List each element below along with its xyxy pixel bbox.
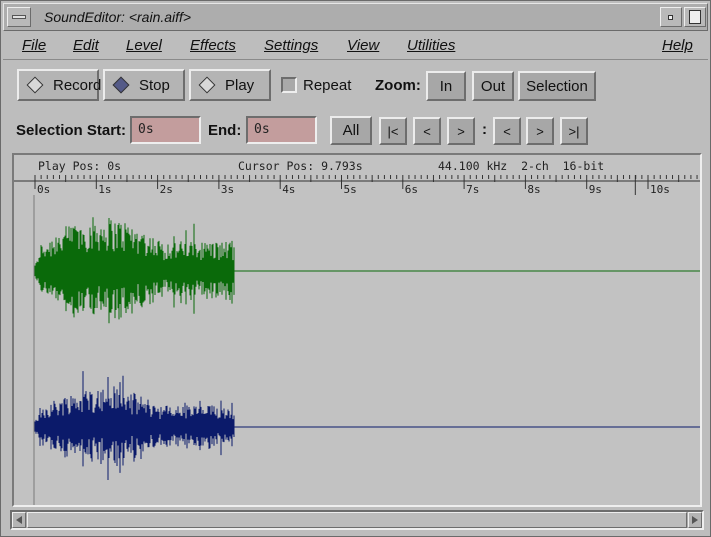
zoom-selection-button[interactable]: Selection <box>518 71 596 101</box>
menu-edit[interactable]: Edit <box>73 37 99 54</box>
play-radio-icon <box>198 76 216 94</box>
window-menu-button[interactable] <box>7 7 31 27</box>
menu-bar: File Edit Level Effects Settings View Ut… <box>3 32 708 60</box>
repeat-label: Repeat <box>303 77 352 94</box>
ruler-tick-label: 6s <box>405 183 418 196</box>
step-back-label: < <box>423 123 431 139</box>
maximize-button[interactable] <box>684 7 706 27</box>
ruler-tick-label: 5s <box>344 183 357 196</box>
selection-end-field[interactable]: 0s <box>246 116 317 144</box>
window-menu-icon <box>12 15 26 19</box>
scroll-left-arrow-icon[interactable] <box>12 512 26 528</box>
go-to-start-button[interactable]: |< <box>379 117 407 145</box>
stop-button[interactable]: Stop <box>103 69 185 101</box>
zoom-out-label: Out <box>480 77 506 95</box>
sound-editor-window: SoundEditor: <rain.aiff> File Edit Level… <box>0 0 711 537</box>
window-title: SoundEditor: <rain.aiff> <box>44 9 192 25</box>
maximize-icon <box>689 10 701 24</box>
ruler-tick-label: 1s <box>98 183 111 196</box>
select-all-label: All <box>342 122 360 139</box>
waveform-envelope <box>34 371 235 480</box>
stop-radio-icon <box>112 76 130 94</box>
selection-forward-button[interactable]: > <box>526 117 554 145</box>
step-back-button[interactable]: < <box>413 117 441 145</box>
stop-label: Stop <box>139 76 170 94</box>
ruler-tick-label: 2s <box>160 183 173 196</box>
menu-level-label: Level <box>126 37 162 54</box>
zoom-in-button[interactable]: In <box>426 71 466 101</box>
record-radio-icon <box>26 76 44 94</box>
ruler-tick-label: 4s <box>282 183 295 196</box>
zoom-in-label: In <box>439 77 453 95</box>
selection-back-button[interactable]: < <box>493 117 521 145</box>
horizontal-scrollbar[interactable] <box>10 510 704 530</box>
waveform-canvas[interactable]: 0s 1s 2s 3s 4s 5s 6s 7s 8s 9s 10s <box>14 155 700 505</box>
step-forward-button[interactable]: > <box>447 117 475 145</box>
menu-help-label: Help <box>662 37 693 54</box>
scroll-thumb[interactable] <box>27 512 687 528</box>
selection-end-label: End: <box>208 122 242 139</box>
scroll-right-arrow-icon[interactable] <box>688 512 702 528</box>
menu-view-label: View <box>347 37 380 54</box>
selection-forward-label: > <box>536 123 544 139</box>
ruler-tick-label: 3s <box>221 183 234 196</box>
go-to-end-button[interactable]: >| <box>560 117 588 145</box>
waveform-channel-2 <box>34 371 700 480</box>
selection-start-label: Selection Start: <box>16 122 127 139</box>
waveform-envelope <box>34 217 235 324</box>
selection-start-field[interactable]: 0s <box>130 116 201 144</box>
ruler-tick-label: 7s <box>466 183 479 196</box>
selection-back-label: < <box>503 123 511 139</box>
menu-effects-label: Effects <box>190 37 236 54</box>
menu-utilities-label: Utilities <box>407 37 456 54</box>
time-ruler: 0s 1s 2s 3s 4s 5s 6s 7s 8s 9s 10s <box>14 175 700 196</box>
waveform-channel-1 <box>34 217 700 324</box>
menu-effects[interactable]: Effects <box>190 37 236 54</box>
menu-settings[interactable]: Settings <box>264 37 318 54</box>
zoom-label: Zoom: <box>375 77 421 94</box>
menu-view[interactable]: View <box>347 37 379 54</box>
menu-file-label: File <box>22 37 47 54</box>
menu-level[interactable]: Level <box>126 37 162 54</box>
menu-file[interactable]: File <box>22 37 46 54</box>
menu-help[interactable]: Help <box>662 37 693 54</box>
record-button[interactable]: Record <box>17 69 102 101</box>
select-all-button[interactable]: All <box>330 116 372 145</box>
minimize-icon <box>668 15 673 20</box>
menu-utilities[interactable]: Utilities <box>407 37 455 54</box>
record-label: Record <box>53 76 102 94</box>
menu-edit-label: Edit <box>73 37 99 54</box>
zoom-out-button[interactable]: Out <box>472 71 514 101</box>
channels <box>33 195 700 505</box>
go-to-start-label: |< <box>387 123 399 139</box>
ruler-tick-label: 9s <box>589 183 602 196</box>
repeat-checkbox[interactable] <box>281 77 297 93</box>
zoom-selection-label: Selection <box>526 77 588 95</box>
play-button[interactable]: Play <box>189 69 271 101</box>
selection-separator: : <box>482 121 487 138</box>
ruler-tick-label: 8s <box>527 183 540 196</box>
minimize-button[interactable] <box>660 7 682 27</box>
step-forward-label: > <box>457 123 465 139</box>
ruler-tick-label: 10s <box>650 183 670 196</box>
ruler-tick-label: 0s <box>37 183 50 196</box>
menu-settings-label: Settings <box>264 37 319 54</box>
title-bar[interactable]: SoundEditor: <rain.aiff> <box>3 3 708 31</box>
waveform-panel[interactable]: Play Pos: 0s Cursor Pos: 9.793s 44.100 k… <box>12 153 702 507</box>
go-to-end-label: >| <box>568 123 580 139</box>
play-label: Play <box>225 76 255 94</box>
